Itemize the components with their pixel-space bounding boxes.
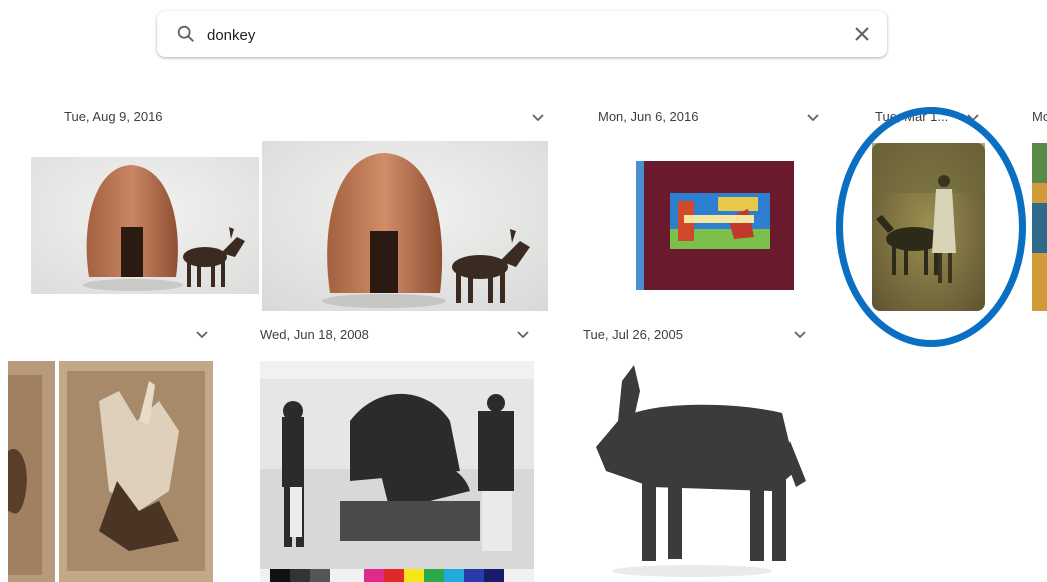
chevron-down-icon[interactable]: [791, 326, 809, 344]
search-bar: [157, 11, 887, 59]
close-icon[interactable]: [850, 22, 874, 46]
search-input[interactable]: [205, 11, 829, 59]
photo-thumbnail[interactable]: [8, 361, 55, 582]
date-header: Tue, Jul 26, 2005: [583, 327, 683, 342]
photo-thumbnail[interactable]: [59, 361, 213, 582]
date-header: Mo: [1032, 109, 1047, 124]
chevron-down-icon[interactable]: [964, 109, 982, 127]
date-header: Wed, Jun 18, 2008: [260, 327, 369, 342]
photo-thumbnail[interactable]: [262, 141, 548, 311]
chevron-down-icon[interactable]: [514, 326, 532, 344]
photo-thumbnail[interactable]: [1032, 143, 1047, 311]
photo-thumbnail[interactable]: [872, 143, 985, 311]
photo-thumbnail[interactable]: [260, 361, 534, 582]
photo-thumbnail[interactable]: [582, 361, 815, 582]
date-header: Mon, Jun 6, 2016: [598, 109, 699, 124]
date-header: Tue, Mar 1...: [875, 109, 949, 124]
photo-thumbnail[interactable]: [598, 157, 826, 294]
chevron-down-icon[interactable]: [529, 109, 547, 127]
chevron-down-icon[interactable]: [193, 326, 211, 344]
chevron-down-icon[interactable]: [804, 109, 822, 127]
photo-thumbnail[interactable]: [31, 157, 259, 294]
date-header: Tue, Aug 9, 2016: [64, 109, 163, 124]
search-icon: [177, 25, 194, 42]
